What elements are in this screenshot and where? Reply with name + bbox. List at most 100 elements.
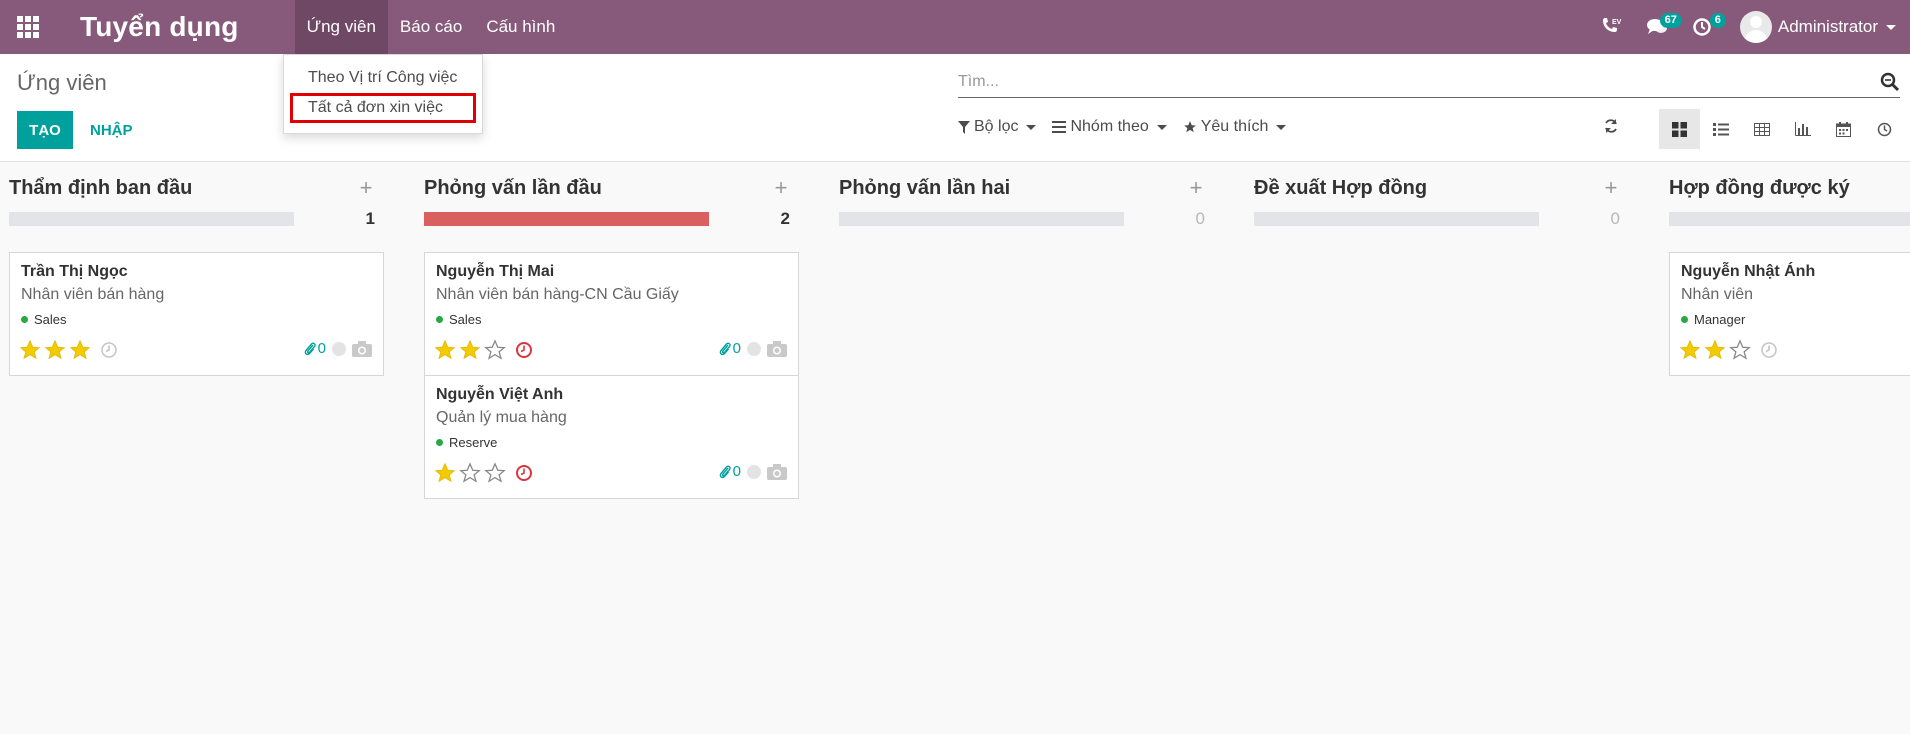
- star-filled-icon[interactable]: [1704, 339, 1726, 361]
- dropdown-item-all-applications[interactable]: Tất cả đơn xin việc: [290, 93, 476, 123]
- applicant-tag: Manager: [1681, 312, 1745, 327]
- tag-dot-icon: [436, 316, 443, 323]
- kanban-column: Thẩm định ban đầu + 1 Trần Thị Ngọc Nhân…: [0, 163, 384, 376]
- groupby-dropdown[interactable]: Nhóm theo: [1052, 118, 1167, 136]
- user-name: Administrator: [1777, 17, 1878, 36]
- menu-applicants[interactable]: Ứng viên: [294, 0, 388, 54]
- star-empty-icon[interactable]: [484, 462, 506, 484]
- activity-view-button[interactable]: [1864, 109, 1905, 149]
- caret-down-icon: [1886, 24, 1896, 30]
- star-icon: [1183, 121, 1196, 133]
- voip-phone-button[interactable]: EV: [1588, 0, 1634, 54]
- add-card-button[interactable]: +: [772, 175, 790, 201]
- view-switcher: [1659, 109, 1905, 149]
- star-empty-icon[interactable]: [1729, 339, 1751, 361]
- tag-label: Sales: [449, 312, 482, 327]
- column-title[interactable]: Đề xuất Hợp đồng: [1254, 177, 1427, 200]
- column-progress-bar[interactable]: [9, 212, 294, 226]
- top-navbar: Tuyển dụng Ứng viên Báo cáo Cấu hình EV …: [0, 0, 1910, 54]
- kanban-state-dot[interactable]: [332, 341, 346, 356]
- column-progress-bar[interactable]: [839, 212, 1124, 226]
- list-icon: [1712, 122, 1729, 136]
- star-filled-icon[interactable]: [459, 339, 481, 361]
- star-filled-icon[interactable]: [434, 339, 456, 361]
- applicant-name: Nguyễn Thị Mai: [436, 263, 555, 280]
- tag-dot-icon: [21, 316, 28, 323]
- search-icon[interactable]: [1880, 72, 1900, 92]
- activity-clock-icon[interactable]: [515, 464, 533, 482]
- applicant-card[interactable]: Nguyễn Nhật Ánh Nhân viên Manager: [1669, 252, 1910, 376]
- star-filled-icon[interactable]: [69, 339, 91, 361]
- refresh-icon: [1605, 119, 1617, 133]
- add-card-button[interactable]: +: [1602, 175, 1620, 201]
- add-card-button[interactable]: +: [357, 175, 375, 201]
- refresh-button[interactable]: [1603, 118, 1619, 139]
- star-empty-icon[interactable]: [484, 339, 506, 361]
- activities-button[interactable]: 6: [1680, 0, 1726, 54]
- tag-dot-icon: [1681, 316, 1688, 323]
- star-empty-icon[interactable]: [459, 462, 481, 484]
- list-view-button[interactable]: [1700, 109, 1741, 149]
- column-title[interactable]: Phỏng vấn lần hai: [839, 177, 1010, 200]
- column-progress-bar[interactable]: [1669, 212, 1910, 226]
- column-progress-bar[interactable]: [1254, 212, 1539, 226]
- menu-configuration[interactable]: Cấu hình: [474, 0, 567, 54]
- attachment-count: 0: [732, 463, 741, 480]
- activity-clock-icon[interactable]: [1760, 341, 1778, 359]
- calendar-view-button[interactable]: [1823, 109, 1864, 149]
- star-filled-icon[interactable]: [19, 339, 41, 361]
- menu-reports[interactable]: Báo cáo: [388, 0, 474, 54]
- activity-clock-icon[interactable]: [100, 341, 118, 359]
- tag-label: Reserve: [449, 435, 498, 450]
- activity-clock-icon[interactable]: [515, 341, 533, 359]
- kanban-column: Hợp đồng được ký Nguyễn Nhật Ánh Nhân vi…: [1660, 163, 1910, 376]
- kanban-column: Đề xuất Hợp đồng + 0: [1245, 163, 1620, 228]
- filter-icon: [958, 120, 970, 134]
- paperclip-icon: [719, 465, 731, 479]
- applicant-card[interactable]: Nguyễn Thị Mai Nhân viên bán hàng-CN Cầu…: [424, 252, 799, 376]
- user-menu[interactable]: Administrator: [1724, 0, 1896, 54]
- filter-dropdown[interactable]: Bộ lọc: [958, 118, 1037, 136]
- kanban-state-dot[interactable]: [747, 464, 761, 479]
- table-view-button[interactable]: [1741, 109, 1782, 149]
- applicant-card[interactable]: Trần Thị Ngọc Nhân viên bán hàng Sales 0: [9, 252, 384, 376]
- attachment-count: 0: [317, 340, 326, 357]
- applicant-job: Nhân viên bán hàng: [21, 286, 165, 303]
- tag-label: Manager: [1694, 312, 1746, 327]
- add-card-button[interactable]: +: [1187, 175, 1205, 201]
- search-input[interactable]: [958, 68, 1858, 96]
- applicant-job: Nhân viên: [1681, 286, 1754, 303]
- clock-icon: [1877, 122, 1892, 136]
- apps-menu-button[interactable]: [0, 0, 56, 54]
- app-title: Tuyển dụng: [80, 11, 239, 42]
- kanban-column: Phỏng vấn lần hai + 0: [830, 163, 1205, 228]
- messaging-button[interactable]: 67: [1634, 0, 1682, 54]
- bar-chart-icon: [1794, 122, 1811, 136]
- caret-down-icon: [1156, 124, 1167, 130]
- kanban-view-button[interactable]: [1659, 109, 1700, 149]
- applicant-card[interactable]: Nguyễn Việt Anh Quản lý mua hàng Reserve…: [424, 375, 799, 499]
- star-filled-icon[interactable]: [434, 462, 456, 484]
- column-title[interactable]: Thẩm định ban đầu: [9, 177, 192, 200]
- column-progress-bar[interactable]: [424, 212, 709, 226]
- grid-icon: [17, 16, 39, 38]
- dropdown-item-by-job-position[interactable]: Theo Vị trí Công việc: [284, 63, 482, 93]
- create-button[interactable]: TẠO: [17, 111, 73, 149]
- column-title[interactable]: Phỏng vấn lần đầu: [424, 177, 602, 200]
- camera-icon: [352, 340, 372, 357]
- graph-view-button[interactable]: [1782, 109, 1823, 149]
- import-button[interactable]: NHẬP: [82, 111, 141, 149]
- star-filled-icon[interactable]: [1679, 339, 1701, 361]
- column-count: 2: [780, 209, 790, 228]
- avatar: [1739, 11, 1772, 43]
- tag-dot-icon: [436, 439, 443, 446]
- filter-label: Bộ lọc: [974, 118, 1019, 135]
- favorites-dropdown[interactable]: Yêu thích: [1183, 118, 1287, 136]
- star-filled-icon[interactable]: [44, 339, 66, 361]
- table-icon: [1753, 122, 1770, 136]
- applicant-name: Trần Thị Ngọc: [21, 263, 128, 280]
- column-title[interactable]: Hợp đồng được ký: [1669, 177, 1850, 200]
- kanban-state-dot[interactable]: [747, 341, 761, 356]
- favorites-label: Yêu thích: [1200, 118, 1269, 135]
- applicant-name: Nguyễn Nhật Ánh: [1681, 263, 1816, 280]
